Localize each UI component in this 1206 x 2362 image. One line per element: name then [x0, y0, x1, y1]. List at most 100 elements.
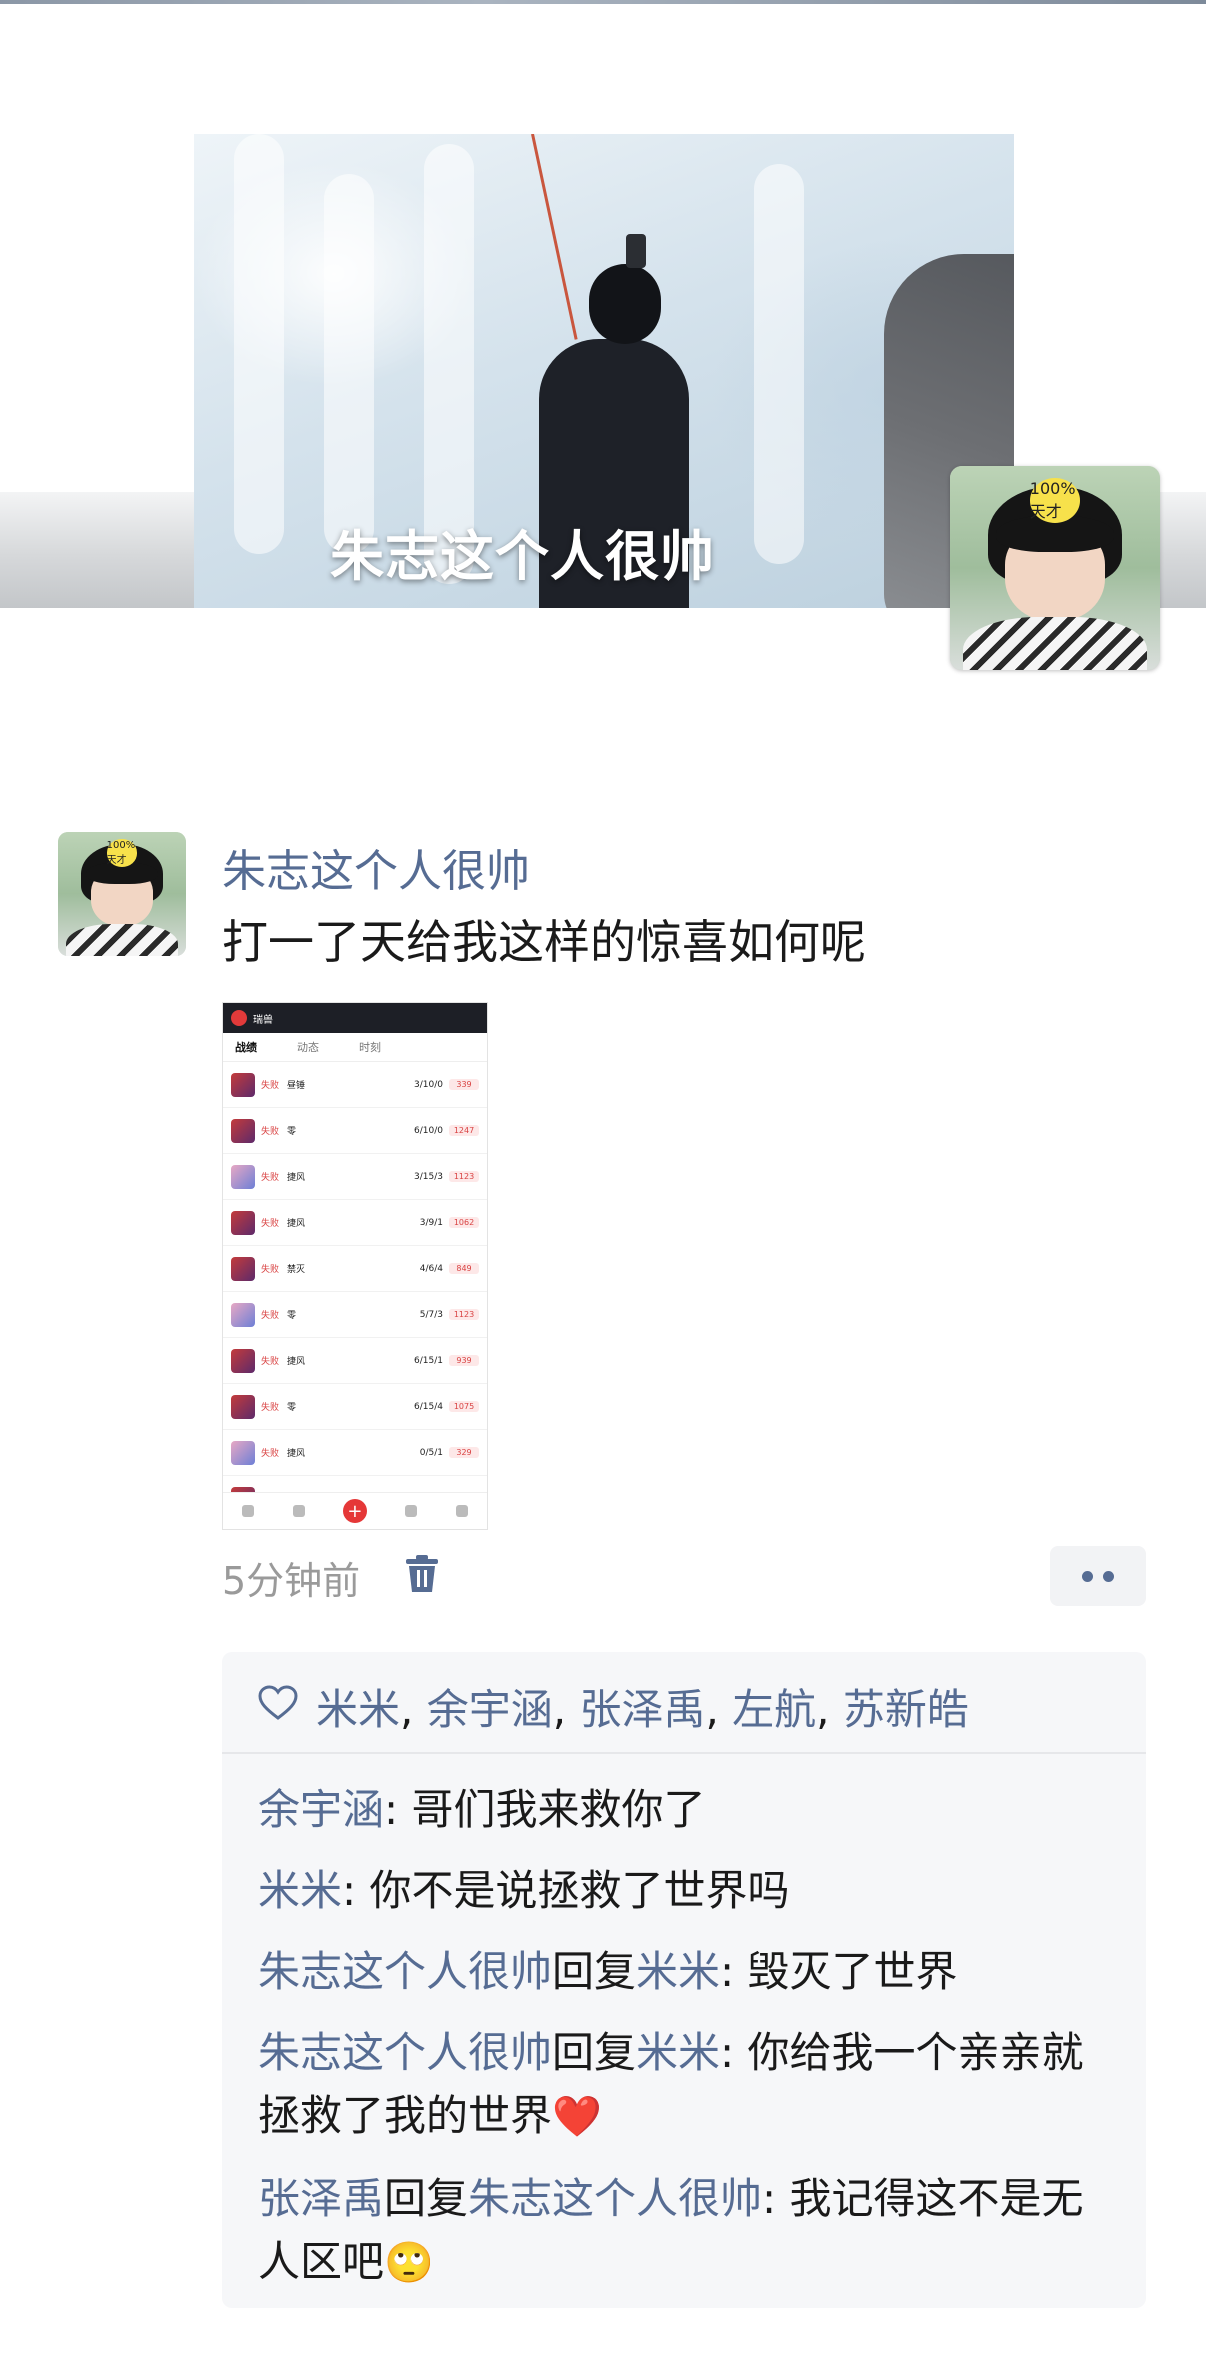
liker-name[interactable]: 余宇涵 [427, 1685, 553, 1734]
comment-author[interactable]: 余宇涵 [258, 1785, 384, 1834]
shot-result: 失败 [261, 1449, 280, 1459]
shot-score: 329 [449, 1447, 479, 1458]
shot-tab: 战绩 [235, 1041, 257, 1054]
comment[interactable]: 余宇涵: 哥们我来救你了 [258, 1778, 1118, 1841]
ice-column [324, 174, 374, 554]
shot-tabs: 战绩 动态 时刻 [223, 1033, 487, 1062]
hero-portrait-icon [231, 1210, 255, 1235]
eye-roll-emoji-icon: 🙄 [384, 2240, 434, 2286]
shot-hero: 捷风 [287, 1173, 306, 1183]
helmet-camera [626, 234, 646, 268]
shot-result: 失败 [261, 1403, 280, 1413]
shot-kda: 0/5/1 [419, 1447, 443, 1458]
ice-column [234, 134, 284, 554]
liker-separator: , [816, 1685, 843, 1734]
reply-target[interactable]: 朱志这个人很帅 [468, 2174, 762, 2223]
liker-name[interactable]: 张泽禹 [579, 1685, 705, 1734]
more-actions-button[interactable] [1050, 1546, 1146, 1606]
liker-separator: , [705, 1685, 733, 1734]
comment[interactable]: 米米: 你不是说拯救了世界吗 [258, 1859, 1118, 1922]
reply-word: 回复 [384, 2174, 469, 2223]
shot-score: 339 [449, 1079, 479, 1090]
shot-app-name: 瑞兽 [253, 1014, 273, 1026]
shot-kda: 6/15/4 [414, 1401, 443, 1412]
hero-portrait-icon [231, 1164, 255, 1189]
top-strip [0, 0, 1206, 4]
nav-friends-icon [292, 1505, 305, 1517]
likes-comments-panel: 米米, 余宇涵, 张泽禹, 左航, 苏新皓 余宇涵: 哥们我来救你了 米米: 你… [222, 1652, 1146, 2308]
shot-result: 失败 [261, 1357, 280, 1367]
hero-portrait-icon [231, 1118, 255, 1143]
app-logo-icon [231, 1010, 247, 1026]
shot-result: 失败 [261, 1173, 280, 1183]
shot-score: 1247 [449, 1125, 479, 1136]
liker-name[interactable]: 左航 [732, 1685, 816, 1734]
shot-result: 失败 [261, 1265, 280, 1275]
avatar-sticker: 100%天才 [1029, 478, 1081, 524]
shot-match-row: 失败 捷风 0/5/1 329 [223, 1430, 487, 1476]
reply-word: 回复 [552, 1947, 637, 1996]
liker-separator: , [400, 1685, 427, 1734]
shot-match-row: 失败 捷风 3/15/3 1123 [223, 1154, 487, 1200]
shot-match-row: 失败零 5/7/3 1123 [223, 1292, 487, 1338]
shot-result: 失败 [261, 1311, 280, 1321]
hero-portrait-icon [231, 1348, 255, 1373]
shot-score: 1123 [449, 1309, 479, 1320]
more-dots-icon [1082, 1570, 1093, 1582]
shot-kda: 6/15/1 [414, 1355, 443, 1366]
shot-kda: 3/9/1 [419, 1217, 443, 1228]
hero-portrait-icon [231, 1440, 255, 1465]
shot-bottom-nav: + [223, 1492, 487, 1529]
shot-kda: 3/15/3 [414, 1171, 443, 1182]
shot-tab: 动态 [297, 1041, 319, 1054]
shot-score: 1123 [449, 1171, 479, 1182]
shot-kda: 3/10/0 [414, 1079, 443, 1090]
avatar-shirt [65, 923, 179, 956]
shot-score: 939 [449, 1355, 479, 1366]
avatar-sticker: 100%天才 [106, 839, 138, 867]
likes-row: 米米, 余宇涵, 张泽禹, 左航, 苏新皓 [222, 1652, 1146, 1754]
likers-list: 米米, 余宇涵, 张泽禹, 左航, 苏新皓 [316, 1676, 969, 1737]
hero-portrait-icon [231, 1394, 255, 1419]
shot-hero: 捷风 [287, 1219, 306, 1229]
climbing-rope [531, 134, 578, 340]
shot-hero: 禁灭 [287, 1265, 306, 1275]
red-heart-emoji-icon: ❤️ [552, 2094, 602, 2140]
cover-caption: 朱志这个人很帅 [330, 525, 715, 588]
shot-header: 瑞兽 [223, 1003, 487, 1033]
nav-home-icon [242, 1505, 255, 1517]
post-image[interactable]: 瑞兽 战绩 动态 时刻 失败 昼锤 3/10/0 339 失败零 6/10/0 1247 失败… [222, 1002, 488, 1530]
comment[interactable]: 张泽禹回复朱志这个人很帅: 我记得这不是无人区吧🙄 [258, 2167, 1118, 2295]
shot-hero: 捷风 [287, 1357, 306, 1367]
shot-score: 1075 [449, 1401, 479, 1412]
shot-tab: 时刻 [359, 1041, 381, 1054]
comment-author[interactable]: 张泽禹 [258, 2174, 384, 2223]
shot-hero: 零 [287, 1311, 297, 1321]
liker-name[interactable]: 米米 [316, 1685, 400, 1734]
comment-text: : 哥们我来救你了 [384, 1785, 706, 1834]
shot-kda: 5/7/3 [419, 1309, 443, 1320]
trash-icon[interactable] [404, 1554, 440, 1594]
comment-text: : 你不是说拯救了世界吗 [342, 1866, 790, 1915]
reply-target[interactable]: 米米 [636, 1947, 720, 1996]
post-time: 5分钟前 [222, 1559, 361, 1603]
avatar-shirt [962, 616, 1148, 670]
hero-portrait-icon [231, 1256, 255, 1281]
comment-author[interactable]: 朱志这个人很帅 [258, 1947, 552, 1996]
reply-word: 回复 [552, 2028, 637, 2077]
comment[interactable]: 朱志这个人很帅回复米米: 你给我一个亲亲就拯救了我的世界❤️ [258, 2021, 1118, 2149]
post-author-name[interactable]: 朱志这个人很帅 [222, 835, 530, 899]
comment-author[interactable]: 米米 [258, 1866, 342, 1915]
shot-match-row: 失败 捷风 3/9/1 1062 [223, 1200, 487, 1246]
hero-portrait-icon [231, 1302, 255, 1327]
climber-helmet [589, 264, 661, 344]
comment-author[interactable]: 朱志这个人很帅 [258, 2028, 552, 2077]
shot-match-list: 失败 昼锤 3/10/0 339 失败零 6/10/0 1247 失败 捷风 3/15/3 1123… [223, 1062, 487, 1522]
liker-separator: , [552, 1685, 580, 1734]
shot-hero: 昼锤 [287, 1081, 306, 1091]
reply-target[interactable]: 米米 [636, 2028, 720, 2077]
comment[interactable]: 朱志这个人很帅回复米米: 毁灭了世界 [258, 1940, 1118, 2003]
liker-name[interactable]: 苏新皓 [843, 1685, 969, 1734]
post-author-avatar[interactable]: 100%天才 [58, 832, 186, 956]
profile-avatar[interactable]: 100%天才 [950, 466, 1160, 670]
